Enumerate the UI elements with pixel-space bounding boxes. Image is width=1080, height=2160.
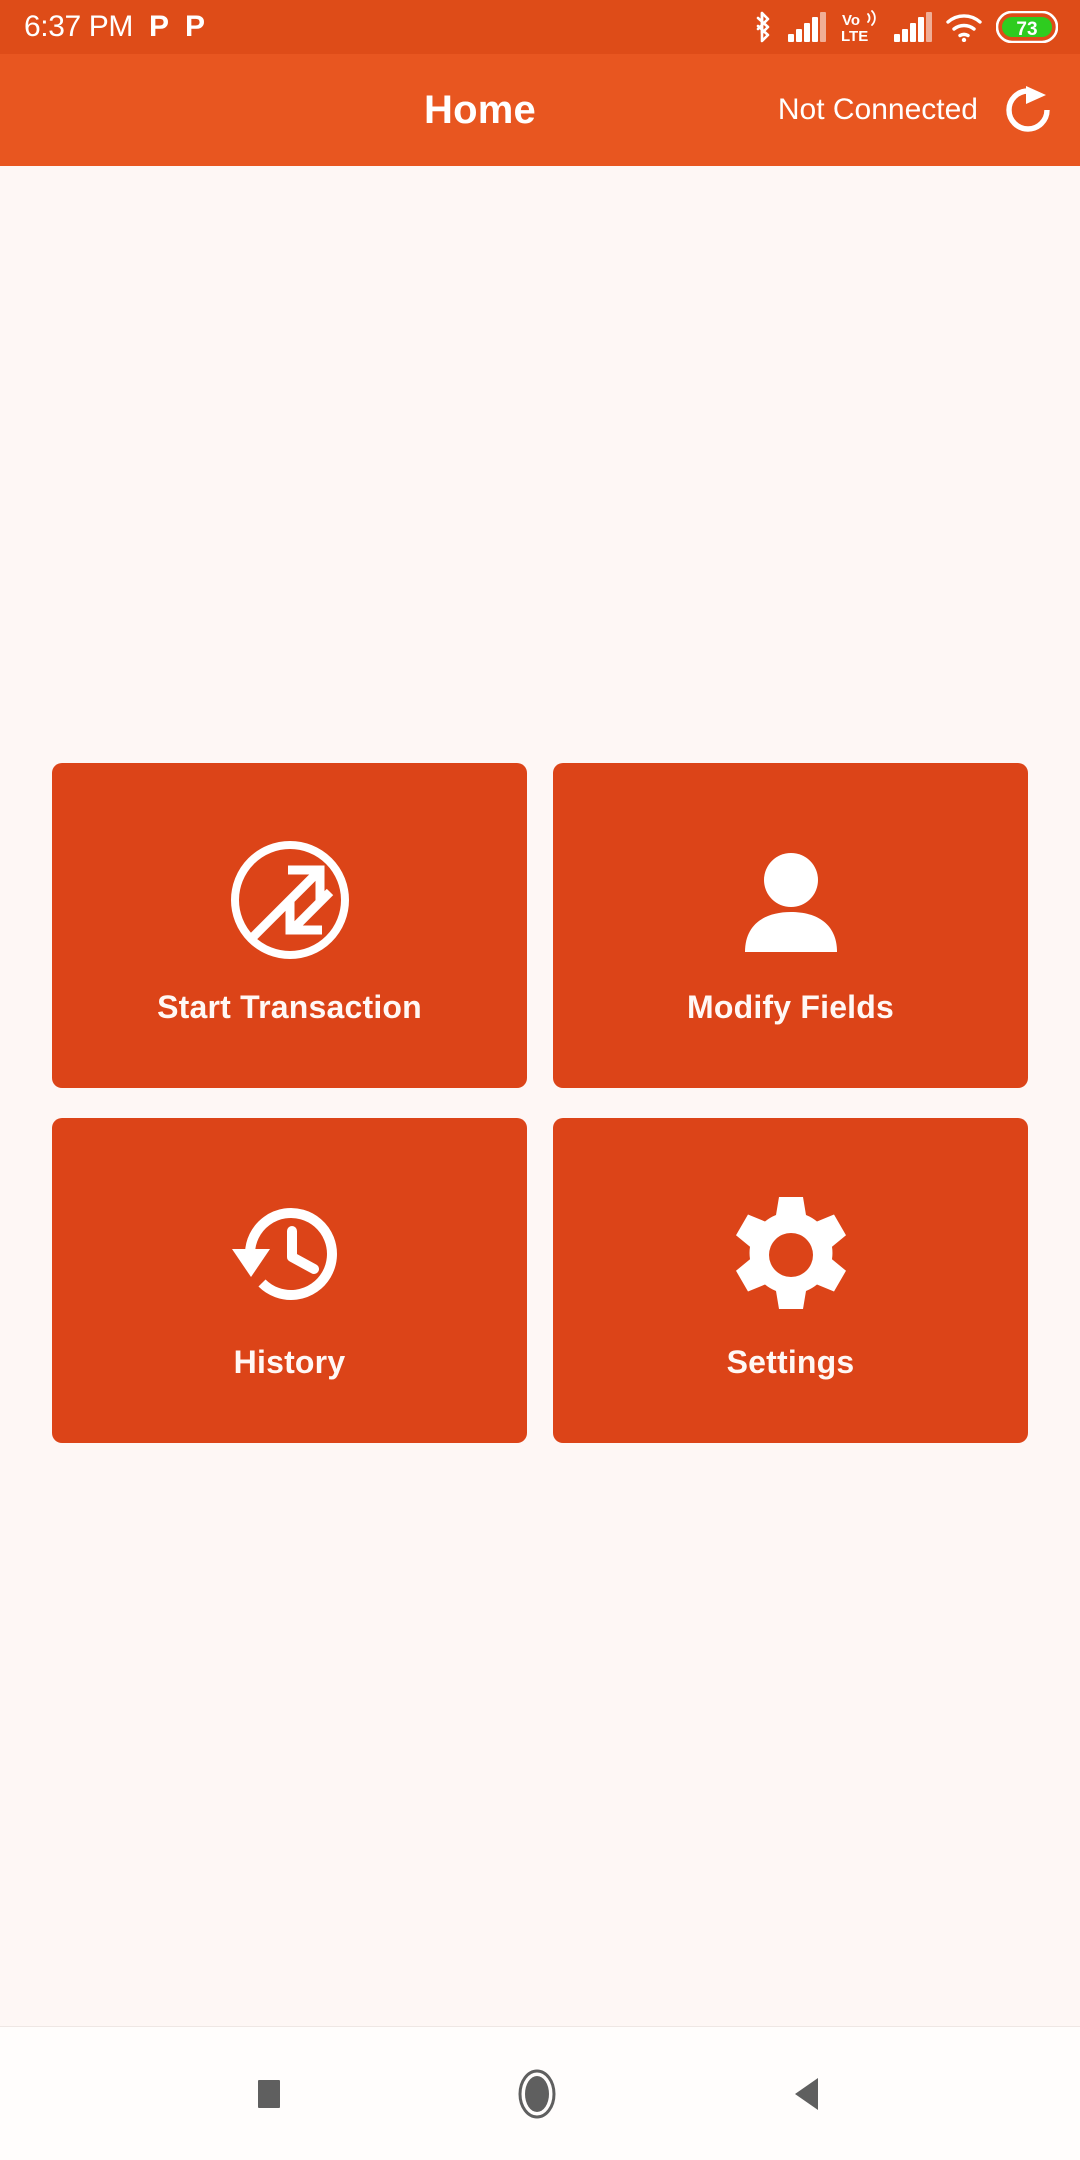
battery-level-label: 73 xyxy=(1016,19,1037,40)
nav-button-back[interactable] xyxy=(788,2072,828,2116)
app-bar: Home Not Connected xyxy=(0,54,1080,166)
card-icon-wrapper xyxy=(727,1180,855,1330)
triangle-back-icon xyxy=(794,2077,818,2110)
svg-text:LTE: LTE xyxy=(841,28,868,44)
wifi-icon xyxy=(946,14,982,42)
status-bar-right: Vo LTE 73 xyxy=(751,10,1058,44)
history-clock-icon xyxy=(231,1208,337,1300)
action-card-grid: Start Transaction Modify Fields History … xyxy=(0,763,1080,1443)
card-history[interactable]: History xyxy=(52,1118,527,1443)
square-recents-icon xyxy=(258,2079,281,2108)
card-icon-wrapper xyxy=(226,1180,354,1330)
transaction-arrows-icon xyxy=(230,841,349,959)
battery-icon: 73 xyxy=(996,11,1058,43)
connection-status-label: Not Connected xyxy=(777,93,978,126)
nav-button-home[interactable] xyxy=(511,2068,563,2120)
notification-p-icon-1: P xyxy=(148,10,169,43)
notification-p-icon-2: P xyxy=(184,10,205,43)
card-start-transaction[interactable]: Start Transaction xyxy=(52,763,527,1088)
system-navigation-bar xyxy=(0,2026,1080,2160)
refresh-icon xyxy=(1006,86,1050,132)
signal-sim2-icon xyxy=(894,12,932,42)
gear-icon xyxy=(735,1197,846,1309)
card-modify-fields[interactable]: Modify Fields xyxy=(553,763,1028,1088)
signal-sim1-icon xyxy=(788,12,826,42)
main-content: Start Transaction Modify Fields History … xyxy=(0,166,1080,2026)
svg-text:Vo: Vo xyxy=(842,12,860,29)
person-icon xyxy=(744,853,837,952)
card-settings[interactable]: Settings xyxy=(553,1118,1028,1443)
status-bar-left: 6:37 PM P P xyxy=(24,12,205,42)
card-icon-wrapper xyxy=(727,825,855,975)
card-label-start-transaction: Start Transaction xyxy=(157,989,422,1025)
card-label-settings: Settings xyxy=(726,1344,855,1380)
refresh-button[interactable] xyxy=(1000,82,1056,138)
bluetooth-icon xyxy=(756,11,770,43)
status-bar: 6:37 PM P P Vo LTE 73 xyxy=(0,0,1080,54)
nav-button-recents[interactable] xyxy=(252,2074,286,2114)
volte-icon: Vo LTE xyxy=(841,10,876,44)
status-bar-clock: 6:37 PM xyxy=(24,10,133,43)
card-label-modify-fields: Modify Fields xyxy=(686,989,895,1025)
circle-home-icon xyxy=(518,2069,556,2118)
card-label-history: History xyxy=(233,1344,346,1380)
card-icon-wrapper xyxy=(226,825,354,975)
